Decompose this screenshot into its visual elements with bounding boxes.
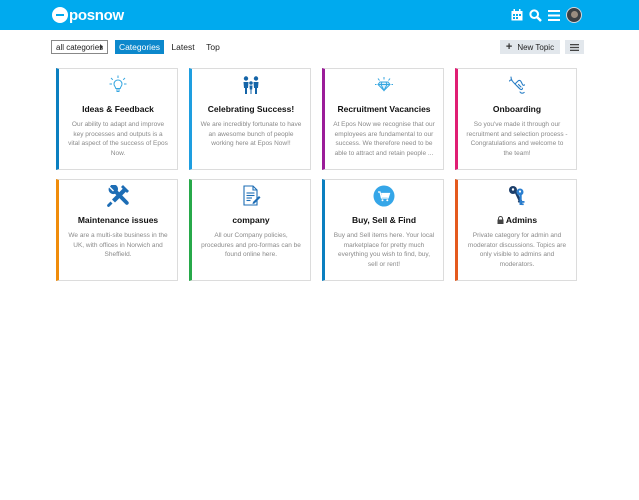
category-card-buy-sell[interactable]: Buy, Sell & Find Buy and Sell items here… [322, 179, 444, 281]
tools-icon [59, 185, 177, 207]
category-description: Our ability to adapt and improve key pro… [68, 121, 168, 157]
calendar-icon[interactable] [509, 7, 525, 23]
category-description: Buy and Sell items here. Your local mark… [333, 232, 435, 268]
lightbulb-icon [59, 75, 177, 95]
tab-categories[interactable]: Categories [115, 40, 164, 54]
search-icon[interactable] [527, 7, 543, 23]
logo-text: posnow [69, 6, 124, 24]
keys-icon [458, 186, 576, 206]
category-title-text: Admins [505, 215, 538, 225]
category-description: Private category for admin and moderator… [467, 232, 567, 268]
category-description: We are a multi-site business in the UK, … [68, 232, 168, 259]
caret-right-icon [100, 44, 103, 50]
category-filter-label: all categories [56, 42, 104, 52]
eposnow-logo[interactable]: posnow [52, 6, 124, 24]
new-topic-label: New Topic [517, 42, 555, 52]
hamburger-icon[interactable] [546, 7, 562, 23]
tab-latest[interactable]: Latest [169, 40, 197, 54]
category-menu-button[interactable] [565, 40, 584, 54]
category-description: So you've made it through our recruitmen… [466, 121, 568, 157]
category-title[interactable]: company [194, 215, 308, 225]
category-card-maintenance[interactable]: Maintenance issues We are a multi-site b… [56, 179, 178, 281]
category-card-ideas[interactable]: Ideas & Feedback Our ability to adapt an… [56, 68, 178, 170]
document-icon [192, 185, 310, 206]
category-title[interactable]: Onboarding [460, 104, 574, 114]
category-description: All our Company policies, procedures and… [201, 232, 301, 259]
plus-icon: + [505, 41, 513, 53]
category-title[interactable]: Recruitment Vacancies [327, 104, 441, 114]
cart-icon [325, 185, 443, 207]
logo-e-icon [52, 7, 68, 23]
category-card-celebrating[interactable]: Celebrating Success! We are incredibly f… [189, 68, 311, 170]
category-card-company[interactable]: company All our Company policies, proced… [189, 179, 311, 281]
new-topic-button[interactable]: + New Topic [500, 40, 560, 54]
category-filter-dropdown[interactable]: all categories [51, 40, 108, 54]
category-card-admins[interactable]: Admins Private category for admin and mo… [455, 179, 577, 281]
category-title[interactable]: Maintenance issues [61, 215, 175, 225]
category-description: We are incredibly fortunate to have an a… [200, 121, 302, 148]
diamond-icon [325, 75, 443, 95]
category-title[interactable]: Celebrating Success! [194, 104, 308, 114]
category-title[interactable]: Buy, Sell & Find [327, 215, 441, 225]
list-icon [570, 43, 579, 51]
category-title[interactable]: Ideas & Feedback [61, 104, 175, 114]
user-avatar[interactable] [566, 7, 582, 23]
category-title[interactable]: Admins [460, 215, 574, 225]
tab-top[interactable]: Top [203, 40, 223, 54]
team-icon [192, 75, 310, 95]
top-header: posnow [0, 0, 639, 30]
category-description: At Epos Now we recognise that our employ… [333, 121, 435, 157]
lock-icon [497, 216, 504, 224]
category-card-onboarding[interactable]: Onboarding So you've made it through our… [455, 68, 577, 170]
category-card-recruitment[interactable]: Recruitment Vacancies At Epos Now we rec… [322, 68, 444, 170]
handshake-icon [458, 75, 576, 95]
